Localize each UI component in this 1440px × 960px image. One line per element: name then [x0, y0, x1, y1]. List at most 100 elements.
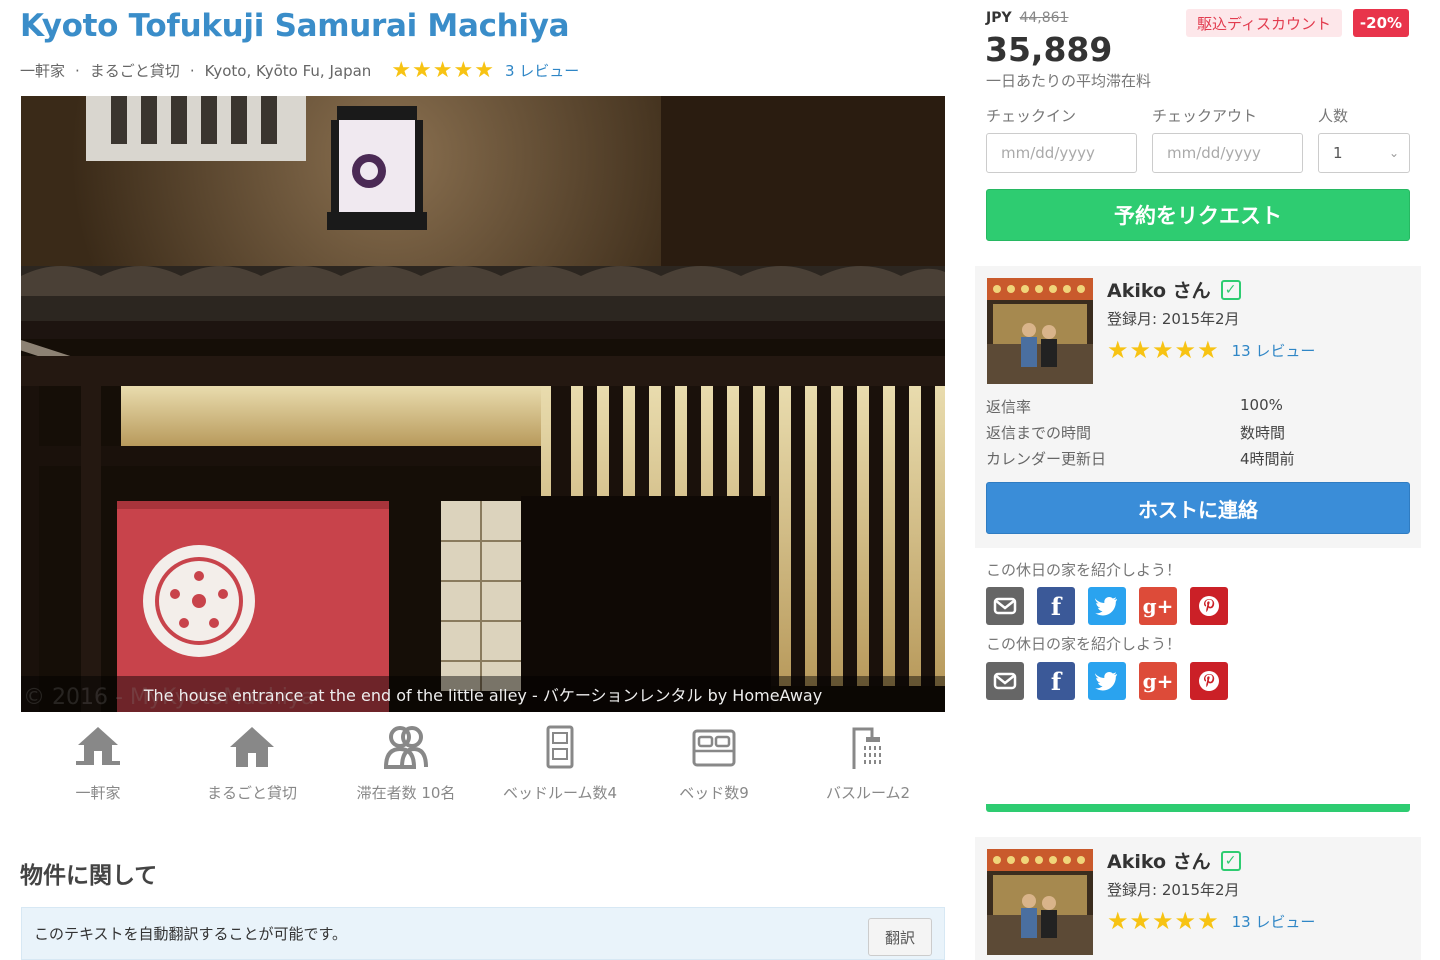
amenity-label: 滞在者数 10名	[356, 784, 456, 802]
discount-label-badge: 駆込ディスカウント	[1186, 9, 1342, 37]
pinterest-icon	[1199, 671, 1219, 691]
host-stat-row: 返信までの時間 数時間	[986, 422, 1406, 443]
share-label: この休日の家を紹介しよう！	[986, 561, 1182, 579]
amenity-house: 一軒家	[21, 722, 175, 803]
stat-value: 100%	[1240, 396, 1283, 414]
amenity-bedrooms: ベッドルーム数4	[483, 722, 637, 803]
photo-caption: The house entrance at the end of the lit…	[21, 676, 945, 712]
machiya-photo-image	[21, 96, 945, 712]
twitter-icon	[1095, 597, 1117, 616]
about-heading: 物件に関して	[20, 863, 158, 889]
host-card: Akiko さん ✓ 登録月: 2015年2月 ★★★★★ 13 レビュー	[975, 837, 1421, 960]
share-facebook-button[interactable]: f	[1037, 662, 1075, 700]
amenity-label: ベッドルーム数4	[502, 784, 618, 802]
stat-label: 返信までの時間	[986, 424, 1092, 442]
share-googleplus-button[interactable]: g+	[1139, 662, 1177, 700]
nightly-price: 35,889	[985, 30, 1113, 69]
host-photo-image	[987, 849, 1093, 955]
stat-label: 返信率	[986, 398, 1032, 416]
host-avatar[interactable]	[987, 849, 1093, 955]
host-rating: ★★★★★ 13 レビュー	[1107, 336, 1315, 364]
host-rating: ★★★★★ 13 レビュー	[1107, 907, 1315, 935]
original-price: 44,861	[1019, 10, 1069, 26]
price-note: 一日あたりの平均滞在料	[986, 72, 1152, 90]
checkin-label: チェックイン	[986, 107, 1077, 125]
host-review-link[interactable]: 13 レビュー	[1232, 911, 1316, 932]
sticky-booking-bar-edge	[986, 804, 1410, 812]
share-email-button[interactable]	[986, 662, 1024, 700]
share-pinterest-button[interactable]	[1190, 662, 1228, 700]
share-twitter-button[interactable]	[1088, 587, 1126, 625]
mail-icon	[993, 672, 1017, 690]
shower-icon	[852, 727, 881, 769]
share-pinterest-button[interactable]	[1190, 587, 1228, 625]
host-stat-row: 返信率 100%	[986, 396, 1406, 417]
bed-icon	[692, 729, 736, 767]
stat-value: 数時間	[1240, 424, 1286, 442]
chevron-down-icon: ⌄	[1388, 146, 1399, 160]
guests-select-value: 1	[1333, 144, 1343, 162]
host-name: Akiko さん ✓	[1107, 276, 1241, 303]
listing-title: Kyoto Tofukuji Samurai Machiya	[20, 8, 570, 44]
host-avatar[interactable]	[987, 278, 1093, 384]
stat-label: カレンダー更新日	[986, 450, 1107, 468]
host-name-text: Akiko さん	[1107, 280, 1211, 302]
guests-icon	[383, 726, 428, 769]
host-name: Akiko さん ✓	[1107, 847, 1241, 874]
verified-check-icon: ✓	[1220, 279, 1241, 300]
amenity-label: まるごと貸切	[206, 784, 297, 802]
currency: JPY	[986, 10, 1012, 26]
discount-percent-badge: -20%	[1353, 9, 1409, 37]
translate-notice: このテキストを自動翻訳することが可能です。 翻訳	[21, 907, 945, 960]
facebook-icon: f	[1050, 666, 1062, 696]
translate-button[interactable]: 翻訳	[868, 918, 932, 956]
share-email-button[interactable]	[986, 587, 1024, 625]
host-since: 登録月: 2015年2月	[1107, 310, 1240, 328]
stat-value: 4時間前	[1240, 450, 1295, 468]
googleplus-icon: g+	[1142, 594, 1174, 618]
request-booking-button[interactable]: 予約をリクエスト	[986, 189, 1410, 241]
share-twitter-button[interactable]	[1088, 662, 1126, 700]
twitter-icon	[1095, 672, 1117, 691]
home-icon	[230, 727, 274, 767]
pinterest-icon	[1199, 596, 1219, 616]
amenity-bathrooms: バスルーム2	[791, 722, 945, 803]
share-googleplus-button[interactable]: g+	[1139, 587, 1177, 625]
facebook-icon: f	[1050, 591, 1062, 621]
googleplus-icon: g+	[1142, 669, 1174, 693]
amenities-row: 一軒家 まるごと貸切 滞在者数 10名 ベッドルーム数4 ベッド数9 バスルーム…	[21, 722, 945, 803]
share-buttons: f g+	[986, 587, 1228, 625]
review-count-link[interactable]: 3 レビュー	[505, 60, 579, 81]
rating-stars: ★★★★★	[391, 58, 495, 83]
share-buttons: f g+	[986, 662, 1228, 700]
amenity-label: ベッド数9	[679, 784, 749, 802]
share-label: この休日の家を紹介しよう！	[986, 635, 1182, 653]
rental-type: まるごと貸切	[89, 62, 180, 80]
checkout-field[interactable]: mm/dd/yyyy	[1152, 133, 1303, 173]
amenity-entire-home: まるごと貸切	[175, 722, 329, 803]
listing-subline: 一軒家 · まるごと貸切 · Kyoto, Kyōto Fu, Japan ★★…	[20, 58, 580, 83]
door-icon	[546, 725, 574, 769]
amenity-guests: 滞在者数 10名	[329, 722, 483, 803]
host-photo-image	[987, 278, 1093, 384]
location: Kyoto, Kyōto Fu, Japan	[204, 61, 372, 80]
host-name-text: Akiko さん	[1107, 851, 1211, 873]
property-type: 一軒家	[20, 62, 66, 80]
mail-icon	[993, 597, 1017, 615]
share-facebook-button[interactable]: f	[1037, 587, 1075, 625]
verified-check-icon: ✓	[1220, 850, 1241, 871]
translate-notice-text: このテキストを自動翻訳することが可能です。	[34, 925, 348, 943]
host-card: Akiko さん ✓ 登録月: 2015年2月 ★★★★★ 13 レビュー 返信…	[975, 266, 1421, 548]
contact-host-button[interactable]: ホストに連絡	[986, 482, 1410, 534]
amenity-label: バスルーム2	[825, 784, 911, 802]
host-review-link[interactable]: 13 レビュー	[1232, 340, 1316, 361]
listing-photo[interactable]: © 2016 - MyKyotoMachiya The house entran…	[21, 96, 945, 712]
host-stat-row: カレンダー更新日 4時間前	[986, 448, 1406, 469]
host-rating-stars: ★★★★★	[1107, 907, 1220, 935]
amenity-beds: ベッド数9	[637, 722, 791, 803]
host-since: 登録月: 2015年2月	[1107, 881, 1240, 899]
guests-select[interactable]: 1 ⌄	[1318, 133, 1410, 173]
guests-label: 人数	[1318, 107, 1349, 125]
checkin-field[interactable]: mm/dd/yyyy	[986, 133, 1137, 173]
price-line: JPY 44,861	[986, 10, 1068, 26]
